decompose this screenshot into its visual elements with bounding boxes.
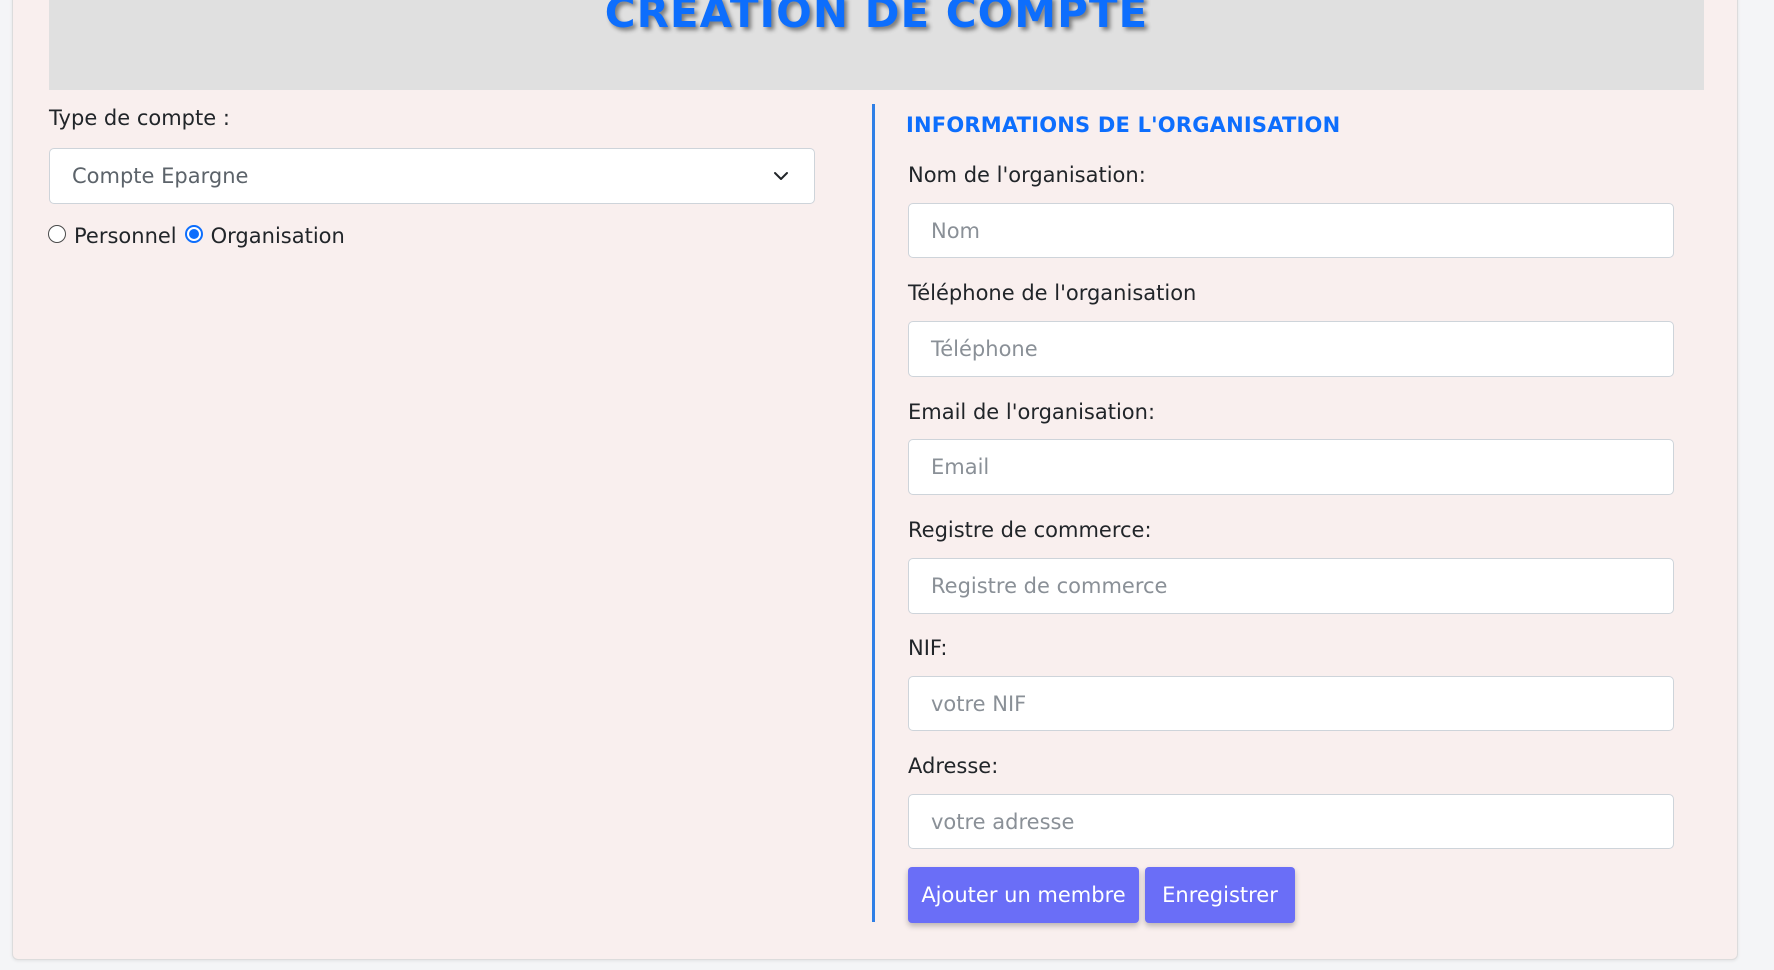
account-type-select[interactable]: Compte Epargne (49, 148, 815, 204)
header-banner: CRÉATION DE COMPTE (49, 0, 1704, 90)
column-divider (872, 104, 875, 922)
radio-organisation[interactable] (184, 225, 203, 243)
chevron-down-icon (770, 165, 792, 187)
account-type-label: Type de compte : (49, 106, 230, 130)
org-phone-label: Téléphone de l'organisation (908, 281, 1197, 305)
radio-personnel[interactable] (48, 225, 66, 243)
address-label: Adresse: (908, 754, 999, 778)
nif-input[interactable]: votre NIF (908, 676, 1674, 731)
trade-register-input[interactable]: Registre de commerce (908, 558, 1674, 614)
org-phone-input[interactable]: Téléphone (908, 321, 1674, 377)
save-button[interactable]: Enregistrer (1145, 867, 1295, 923)
page-title: CRÉATION DE COMPTE (604, 0, 1149, 37)
org-name-input[interactable]: Nom (908, 203, 1674, 258)
organisation-section-title: INFORMATIONS DE L'ORGANISATION (906, 113, 1341, 137)
nif-label: NIF: (908, 636, 948, 660)
org-email-label: Email de l'organisation: (908, 400, 1156, 424)
org-name-label: Nom de l'organisation: (908, 163, 1146, 187)
address-input[interactable]: votre adresse (908, 794, 1674, 849)
trade-register-label: Registre de commerce: (908, 518, 1152, 542)
account-type-value: Compte Epargne (72, 164, 249, 188)
radio-organisation-label: Organisation (210, 224, 345, 248)
radio-personnel-label: Personnel (74, 224, 177, 248)
customer-kind-radio-group: Personnel Organisation (48, 224, 353, 248)
add-member-button[interactable]: Ajouter un membre (908, 867, 1139, 923)
org-email-input[interactable]: Email (908, 439, 1674, 495)
